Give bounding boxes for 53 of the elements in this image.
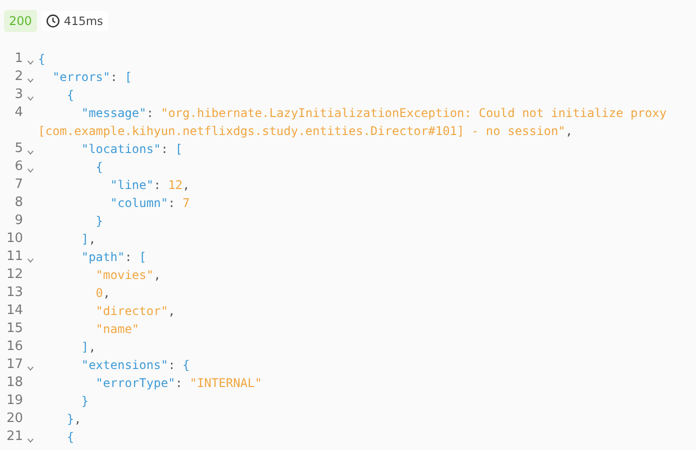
code-line: ],	[80, 339, 97, 356]
line-number: 11	[5, 248, 23, 266]
code-line: "locations": [	[80, 141, 184, 158]
line-number: 8	[14, 194, 23, 212]
line-number: 7	[14, 176, 23, 194]
code-line: "message": "org.hibernate.LazyInitializationException: Could not initialize proxy [com.example.kihyun.netflixdgs.study.entities.Director#101] - no session",	[38, 105, 668, 140]
code-line: {	[38, 51, 46, 68]
chevron-icon[interactable]	[27, 168, 34, 173]
code-line: 0,	[94, 285, 112, 302]
code-line: {	[94, 159, 104, 176]
line-number: 12	[5, 266, 23, 284]
line-number: 16	[5, 338, 23, 356]
line-number: 1	[14, 50, 23, 68]
line-number: 3	[14, 86, 23, 104]
line-number: 9	[14, 212, 23, 230]
line-number: 15	[5, 320, 23, 338]
line-number: 10	[5, 230, 23, 248]
code-line: }	[94, 213, 104, 230]
code-line: "path": [	[80, 249, 148, 266]
line-number: 2	[14, 68, 23, 86]
line-number: 13	[5, 284, 23, 302]
status-code-badge: 200	[4, 10, 37, 32]
line-number: 6	[14, 158, 23, 176]
chevron-icon[interactable]	[27, 258, 34, 263]
line-number: 19	[5, 392, 23, 410]
code-line: "errors": [	[51, 69, 133, 86]
code-line: "column": 7	[109, 195, 191, 212]
code-line: "name"	[94, 321, 140, 338]
chevron-icon[interactable]	[27, 366, 34, 371]
code-line: {	[66, 429, 76, 446]
chevron-icon[interactable]	[27, 96, 34, 101]
line-number: 5	[14, 140, 23, 158]
chevron-icon[interactable]	[27, 150, 34, 155]
code-line: {	[66, 87, 76, 104]
chevron-icon[interactable]	[27, 60, 34, 65]
chevron-icon[interactable]	[27, 78, 34, 83]
code-line: "extensions": {	[80, 357, 191, 374]
clock-icon	[46, 14, 60, 28]
line-number: 18	[5, 374, 23, 392]
code-line: },	[66, 411, 82, 428]
code-line: }	[80, 393, 90, 410]
chevron-icon[interactable]	[27, 438, 34, 443]
code-line: "line": 12,	[109, 177, 191, 194]
line-number: 20	[5, 410, 23, 428]
code-line: "director",	[94, 303, 176, 320]
code-line: ],	[80, 231, 97, 248]
code-line: "movies",	[94, 267, 162, 284]
line-number: 4	[14, 104, 23, 122]
line-number: 14	[5, 302, 23, 320]
line-number: 17	[5, 356, 23, 374]
code-line: "errorType": "INTERNAL"	[94, 375, 263, 392]
line-number: 21	[5, 428, 23, 446]
response-time-text: 415ms	[64, 14, 104, 28]
